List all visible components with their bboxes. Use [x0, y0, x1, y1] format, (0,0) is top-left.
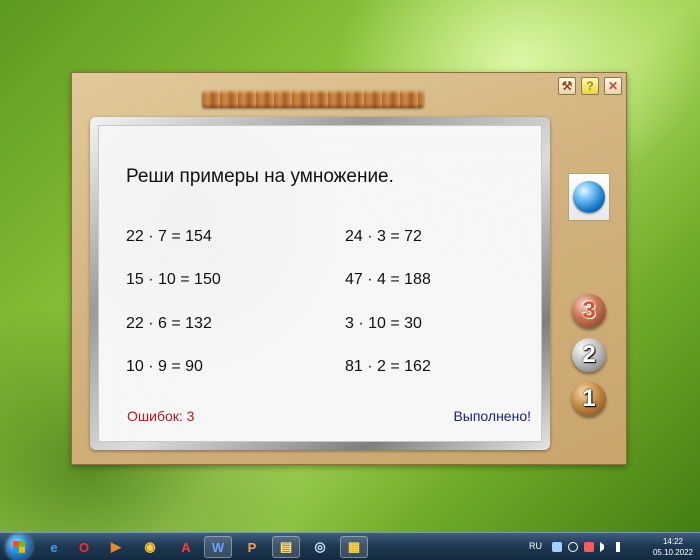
- example-4: 10 · 9 = 90: [126, 358, 203, 375]
- level-3-label: 3: [582, 297, 596, 324]
- opera-icon[interactable]: O: [70, 536, 98, 558]
- exercise-board: Реши примеры на умножение. 22 · 7 = 154 …: [98, 125, 542, 442]
- example-6: 47 · 4 = 188: [345, 271, 431, 288]
- example-3: 22 · 6 = 132: [126, 315, 212, 332]
- file-explorer-icon[interactable]: ▤: [272, 536, 300, 558]
- blue-sphere-icon: [573, 181, 605, 213]
- close-button[interactable]: ✕: [604, 77, 622, 95]
- done-status: Выполнено!: [453, 408, 531, 424]
- taskbar: e O ▶ ◉ A W P ▤ ◎ ▦ RU 14:22 05.10.2022: [0, 532, 700, 560]
- word-icon[interactable]: W: [204, 536, 232, 558]
- task-title: Реши примеры на умножение.: [126, 166, 394, 187]
- media-player-icon[interactable]: ▶: [102, 536, 130, 558]
- level-1-button[interactable]: 1: [572, 382, 606, 416]
- app-window: ⚒ ? ✕ Реши примеры на умножение. 22 · 7 …: [71, 72, 627, 465]
- acrobat-icon[interactable]: A: [172, 536, 200, 558]
- chrome-icon[interactable]: ◉: [136, 536, 164, 558]
- windows-logo-icon: [13, 541, 25, 553]
- level-1-label: 1: [582, 385, 596, 412]
- tools-icon[interactable]: ⚒: [558, 77, 576, 95]
- ie-icon[interactable]: e: [40, 536, 68, 558]
- level-2-button[interactable]: 2: [572, 338, 606, 372]
- clock[interactable]: 14:22 05.10.2022: [650, 536, 696, 558]
- errors-count: Ошибок: 3: [127, 408, 195, 424]
- volume-icon[interactable]: [616, 542, 626, 552]
- tray-flag-icon[interactable]: [584, 542, 594, 552]
- example-5: 24 · 3 = 72: [345, 228, 422, 245]
- example-8: 81 · 2 = 162: [345, 358, 431, 375]
- example-7: 3 · 10 = 30: [345, 315, 422, 332]
- help-button[interactable]: ?: [581, 77, 599, 95]
- language-indicator[interactable]: RU: [529, 541, 542, 551]
- title-wood-bar: [202, 90, 424, 108]
- network-icon[interactable]: [600, 542, 610, 552]
- example-2: 15 · 10 = 150: [126, 271, 221, 288]
- board-frame: Реши примеры на умножение. 22 · 7 = 154 …: [90, 117, 550, 450]
- check-button[interactable]: [568, 173, 610, 221]
- level-2-label: 2: [582, 341, 596, 368]
- level-3-button[interactable]: 3: [572, 294, 606, 328]
- powerpoint-icon[interactable]: P: [238, 536, 266, 558]
- start-button[interactable]: [6, 534, 32, 560]
- clock-time: 14:22: [662, 537, 684, 546]
- clock-date: 05.10.2022: [652, 548, 694, 557]
- tray-info-icon[interactable]: [568, 542, 578, 552]
- tray-app-icon[interactable]: [552, 542, 562, 552]
- browser-icon[interactable]: ◎: [306, 536, 334, 558]
- active-app-icon[interactable]: ▦: [340, 536, 368, 558]
- example-1: 22 · 7 = 154: [126, 228, 212, 245]
